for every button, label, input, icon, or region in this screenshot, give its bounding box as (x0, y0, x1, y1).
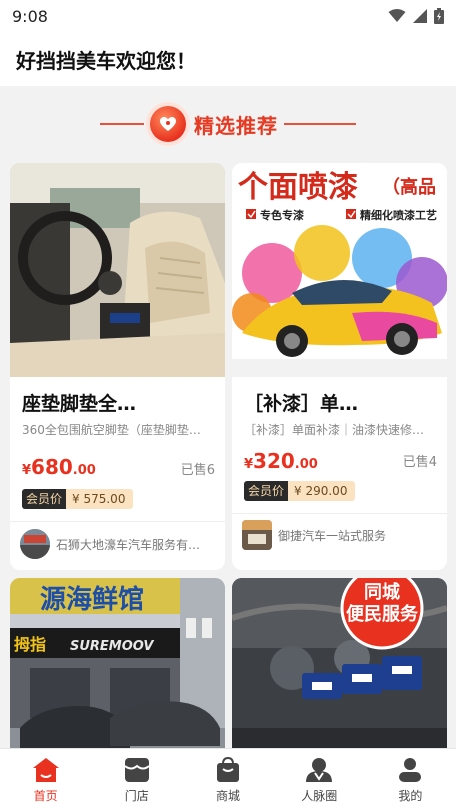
price-integer: 320 (253, 449, 295, 473)
card-divider (10, 521, 225, 522)
product-image (10, 163, 225, 377)
tab-label: 首页 (33, 788, 58, 803)
card-divider (232, 513, 447, 514)
shop-name: 御捷汽车一站式服务 (278, 528, 387, 543)
sold-count: 已售6 (180, 463, 215, 478)
shop-info[interactable]: 石狮大地濠车汽车服务有… (20, 529, 206, 559)
price-decimal: .00 (72, 463, 96, 478)
banner-line-right (284, 123, 356, 125)
stamp-line-1: 同城 (364, 581, 400, 603)
product-price: ¥320.00 (244, 449, 318, 473)
tab-network[interactable]: 人脉圈 (274, 749, 365, 811)
store-icon (124, 757, 150, 782)
shop-avatar (20, 529, 50, 559)
tab-store[interactable]: 门店 (91, 749, 182, 811)
product-card-paint[interactable]: 个面喷漆 （高品 专色专漆 精细化喷漆工艺 ［补漆］单… ［补漆］单面补漆｜油漆… (232, 163, 447, 570)
banner-line-left (100, 123, 144, 125)
product-card-seat-mat[interactable]: 座垫脚垫全… 360全包围航空脚垫（座垫脚垫… ¥680.00 已售6 会员价 … (10, 163, 225, 570)
member-tag: 会员价 (22, 489, 67, 509)
tab-label: 商城 (216, 788, 241, 803)
sign-brand: SUREMOOV (70, 639, 154, 654)
tab-label: 门店 (124, 788, 149, 803)
product-name: ［补漆］单… (244, 393, 359, 415)
product-image: 个面喷漆 （高品 专色专漆 精细化喷漆工艺 (232, 163, 447, 377)
tab-mall[interactable]: 商城 (182, 749, 273, 811)
member-price-value: ¥ 290.00 (288, 481, 356, 501)
tab-label: 我的 (398, 788, 423, 803)
member-price: 会员价 ¥ 575.00 (22, 489, 134, 509)
product-image: 同城 便民服务 (232, 578, 447, 748)
welcome-title: 好挡挡美车欢迎您！ (16, 48, 196, 73)
member-tag: 会员价 (244, 481, 289, 501)
product-desc: 360全包围航空脚垫（座垫脚垫… (22, 423, 201, 437)
status-time: 9:08 (12, 6, 48, 26)
price-integer: 680 (31, 455, 73, 479)
recommend-section[interactable]: 精选推荐 座垫脚垫全… 360全包围航空脚垫（座垫脚垫… ¥680.00 已售6… (0, 86, 456, 748)
price-currency: ¥ (244, 457, 254, 472)
shopping-bag-icon (217, 756, 239, 782)
status-bar: 9:08 (0, 0, 456, 32)
heart-badge-icon (150, 106, 186, 142)
stamp-line-2: 便民服务 (346, 603, 419, 625)
sign-text: 源海鲜馆 (40, 584, 144, 615)
profile-icon (399, 757, 422, 782)
member-price: 会员价 ¥ 290.00 (244, 481, 356, 501)
product-card-3[interactable]: 源海鲜馆 拇指 SUREMOOV (10, 578, 225, 748)
wifi-icon (388, 9, 406, 22)
section-heading: 精选推荐 (194, 113, 278, 138)
people-icon (306, 757, 333, 782)
tab-home[interactable]: 首页 (0, 749, 91, 811)
section-banner: 精选推荐 (0, 86, 456, 162)
status-icons (388, 8, 444, 24)
price-decimal: .00 (294, 457, 318, 472)
price-currency: ¥ (22, 463, 32, 478)
ad-title: 个面喷漆 (238, 170, 358, 205)
product-card-4[interactable]: 同城 便民服务 (232, 578, 447, 748)
shop-name: 石狮大地濠车汽车服务有… (56, 537, 201, 552)
app-header: 好挡挡美车欢迎您！ (0, 32, 456, 86)
ad-check-1: 专色专漆 (260, 208, 304, 222)
product-image: 源海鲜馆 拇指 SUREMOOV (10, 578, 225, 748)
tab-label: 人脉圈 (301, 788, 338, 803)
shop-avatar (242, 520, 272, 550)
sold-count: 已售4 (402, 455, 437, 470)
tab-profile[interactable]: 我的 (365, 749, 456, 811)
shop-info[interactable]: 御捷汽车一站式服务 (242, 520, 428, 550)
ad-subtitle: （高品 (382, 176, 436, 198)
sign-left: 拇指 (14, 635, 46, 654)
member-price-value: ¥ 575.00 (66, 489, 134, 509)
bottom-tab-bar: 首页 门店 商城 人脉圈 我的 (0, 748, 456, 811)
product-name: 座垫脚垫全… (22, 393, 137, 415)
home-icon (32, 757, 59, 782)
product-price: ¥680.00 (22, 455, 96, 479)
battery-icon (434, 8, 444, 24)
product-desc: ［补漆］单面补漆｜油漆快速修… (244, 423, 425, 437)
signal-icon (413, 9, 427, 23)
ad-check-2: 精细化喷漆工艺 (360, 208, 437, 222)
